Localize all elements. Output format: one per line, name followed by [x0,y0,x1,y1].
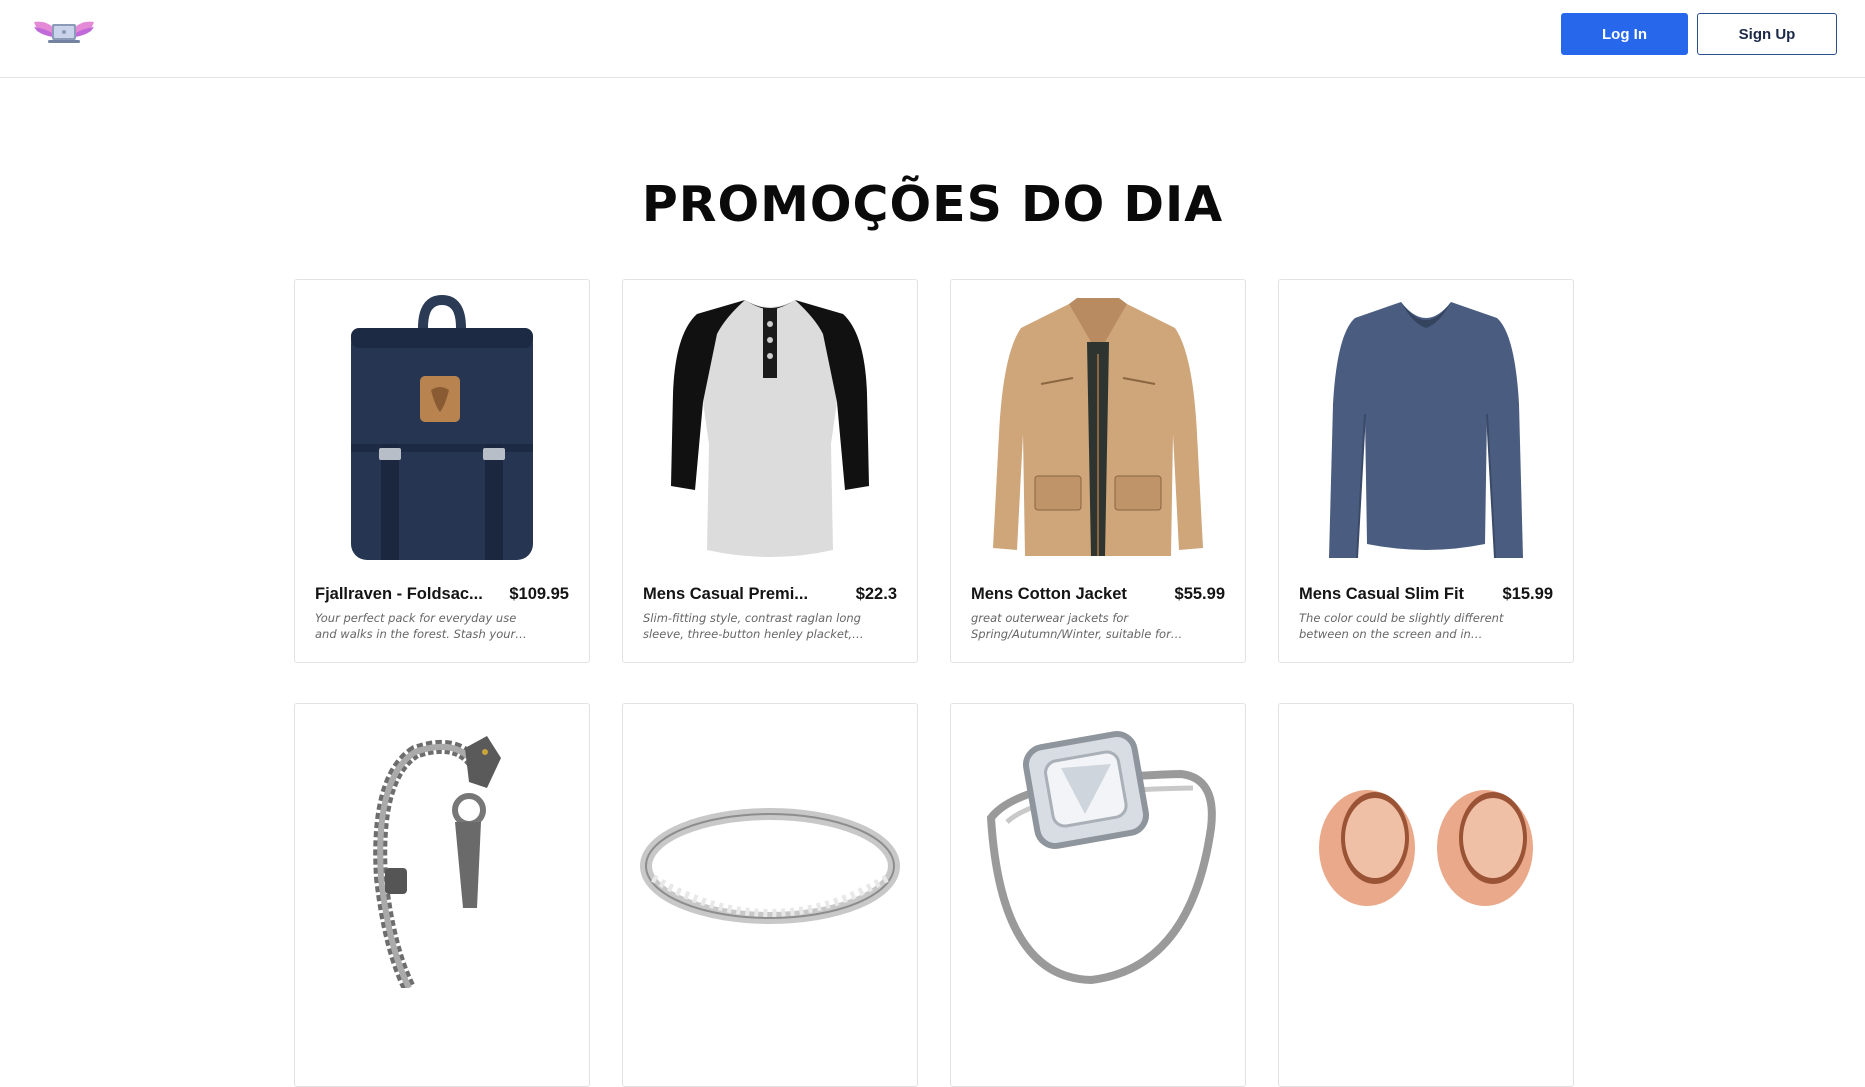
navy-backpack-icon [351,294,533,560]
laptop-with-wings-logo[interactable] [32,18,96,48]
sign-up-button[interactable]: Sign Up [1697,13,1837,55]
product-price: $22.3 [855,585,897,603]
blue-long-sleeve-tee-icon [1329,302,1523,559]
product-card[interactable]: Mens Casual Slim Fit $15.99 The color co… [1278,279,1574,663]
product-title: Fjallraven - Foldsac... [315,585,483,603]
product-description [1299,1034,1523,1068]
product-price: $109.95 [509,585,569,603]
product-title: Mens Casual Premi... [643,585,809,603]
product-card[interactable]: Fjallraven - Foldsac... $109.95 Your per… [294,279,590,663]
product-description [971,1034,1195,1068]
tan-cotton-jacket-icon [993,298,1203,556]
product-description: Slim-fitting style, contrast raglan long… [643,611,861,644]
product-description: Your perfect pack for everyday use and w… [315,611,517,644]
product-description: great outerwear jackets for Spring/Autum… [971,611,1171,644]
product-grid: Fjallraven - Foldsac... $109.95 Your per… [294,279,1575,1087]
log-in-button[interactable]: Log In [1561,13,1688,55]
product-card[interactable]: Mens Casual Premi... $22.3 Slim-fitting … [622,279,918,663]
product-card[interactable]: Mens Cotton Jacket $55.99 great outerwea… [950,279,1246,663]
product-title: Mens Cotton Jacket [971,585,1127,603]
product-title: Mens Casual Slim Fit [1299,585,1465,603]
product-description [315,1034,539,1068]
product-price: $55.99 [1174,585,1225,603]
raglan-henley-shirt-icon [671,300,869,557]
product-description: The color could be slightly different be… [1299,611,1504,644]
product-card[interactable] [1278,703,1574,1087]
product-card[interactable] [950,703,1246,1087]
page-title: PROMOÇÕES DO DIA [641,176,1224,233]
top-navbar: Log In Sign Up [0,0,1865,78]
product-description [643,1034,867,1068]
product-price: $15.99 [1502,585,1553,603]
product-card[interactable] [294,703,590,1087]
product-card[interactable] [622,703,918,1087]
